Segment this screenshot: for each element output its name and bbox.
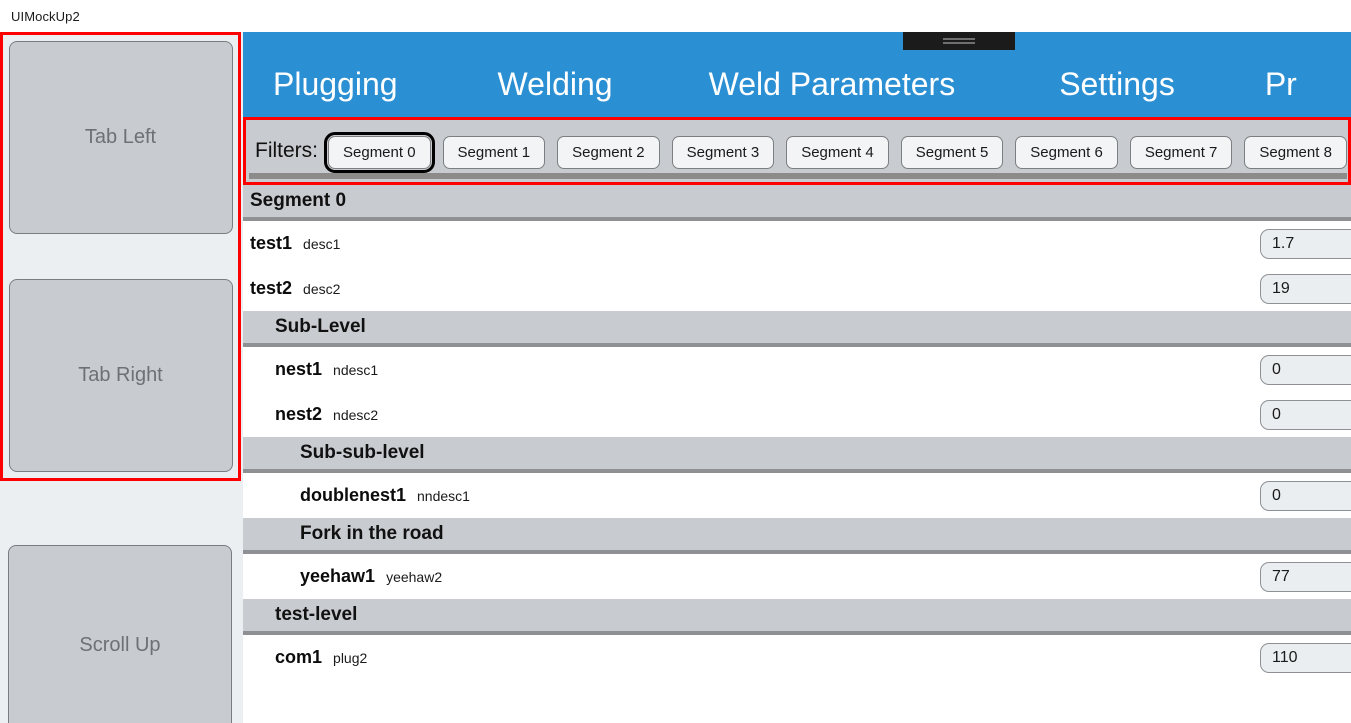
sidebar: Tab Left Tab Right Scroll Up — [0, 32, 243, 723]
segment-filter-8[interactable]: Segment 8 — [1244, 135, 1347, 169]
parameter-value-input[interactable]: 19 — [1260, 273, 1351, 304]
parameter-row: com1 plug2 110 — [243, 635, 1351, 680]
parameter-value-input[interactable]: 1.7 — [1260, 228, 1351, 259]
parameter-row: doublenest1 nndesc1 0 — [243, 473, 1351, 518]
segment-filter-5[interactable]: Segment 5 — [900, 135, 1004, 169]
tab-right-button[interactable]: Tab Right — [8, 279, 233, 472]
tab-nav-highlight-group: Tab Left Tab Right — [0, 32, 241, 481]
parameter-description: plug2 — [333, 649, 368, 666]
tab-left-button[interactable]: Tab Left — [8, 41, 233, 234]
parameter-description: yeehaw2 — [386, 568, 443, 585]
parameter-description: ndesc1 — [333, 361, 379, 378]
parameter-value-input[interactable]: 110 — [1260, 642, 1351, 673]
filters-bar: Filters: Segment 0 Segment 1 Segment 2 S… — [243, 117, 1351, 185]
parameter-name: yeehaw1 — [300, 566, 376, 586]
parameter-row: test2 desc2 19 — [243, 266, 1351, 311]
nav-item-weld-parameters[interactable]: Weld Parameters — [709, 68, 988, 100]
scroll-up-button[interactable]: Scroll Up — [8, 545, 232, 723]
parameter-row: nest2 ndesc2 0 — [243, 392, 1351, 437]
parameter-name: nest2 — [275, 404, 323, 424]
parameter-row: test1 desc1 1.7 — [243, 221, 1351, 266]
parameter-description: nndesc1 — [417, 487, 470, 504]
segment-filter-1[interactable]: Segment 1 — [442, 135, 546, 169]
parameter-value-input[interactable]: 0 — [1260, 480, 1351, 511]
segment-filter-6[interactable]: Segment 6 — [1015, 135, 1118, 169]
parameter-name: com1 — [275, 647, 323, 667]
filters-label: Filters: — [255, 139, 318, 162]
handle-line — [943, 42, 975, 44]
handle-line — [943, 38, 975, 40]
segment-filter-2[interactable]: Segment 2 — [557, 135, 660, 169]
parameter-description: desc1 — [303, 235, 341, 252]
parameter-value-input[interactable]: 77 — [1260, 561, 1351, 592]
group-header-label: Segment 0 — [250, 190, 347, 211]
parameter-name: test1 — [250, 233, 293, 253]
filters-horizontal-scrollbar[interactable] — [249, 173, 1347, 179]
parameter-value-input[interactable]: 0 — [1260, 399, 1351, 430]
group-header[interactable]: Fork in the road — [243, 518, 1351, 554]
parameter-list: Segment 0 test1 desc1 1.7 test2 desc2 19 Sub-Le… — [243, 185, 1351, 723]
segment-filter-7[interactable]: Segment 7 — [1129, 135, 1233, 169]
parameter-description: ndesc2 — [333, 406, 379, 423]
group-header-label: Sub-Level — [275, 316, 366, 337]
nav-item-welding[interactable]: Welding — [498, 68, 645, 100]
parameter-name: nest1 — [275, 359, 323, 379]
title-bar: UIMockUp2 — [0, 0, 1351, 32]
group-header[interactable]: Segment 0 — [243, 185, 1351, 221]
parameter-row: yeehaw1 yeehaw2 77 — [243, 554, 1351, 599]
app-window: UIMockUp2 Tab Left Tab Right Scroll Up P… — [0, 0, 1351, 723]
nav-items: Plugging Welding Weld Parameters Setting… — [243, 32, 1351, 117]
segment-filter-4[interactable]: Segment 4 — [786, 135, 889, 169]
parameter-value-input[interactable]: 0 — [1260, 354, 1351, 385]
nav-item-settings[interactable]: Settings — [1059, 68, 1207, 100]
group-header[interactable]: test-level — [243, 599, 1351, 635]
nav-item-plugging[interactable]: Plugging — [273, 68, 430, 100]
scrollbar-thumb[interactable] — [249, 173, 1347, 179]
window-title: UIMockUp2 — [11, 8, 80, 24]
group-header-label: test-level — [275, 604, 358, 625]
drag-handle-icon[interactable] — [903, 32, 1015, 50]
parameter-description: desc2 — [303, 280, 341, 297]
parameter-name: doublenest1 — [300, 485, 407, 505]
top-navigation-bar: Plugging Welding Weld Parameters Setting… — [243, 32, 1351, 117]
group-header-label: Fork in the road — [300, 523, 444, 544]
main-panel: Plugging Welding Weld Parameters Setting… — [243, 32, 1351, 723]
group-header[interactable]: Sub-Level — [243, 311, 1351, 347]
group-header-label: Sub-sub-level — [300, 442, 425, 463]
parameter-name: test2 — [250, 278, 293, 298]
segment-filter-0[interactable]: Segment 0 — [324, 131, 435, 173]
parameter-row: nest1 ndesc1 0 — [243, 347, 1351, 392]
nav-item-pr[interactable]: Pr — [1265, 68, 1329, 100]
group-header[interactable]: Sub-sub-level — [243, 437, 1351, 473]
segment-filter-3[interactable]: Segment 3 — [671, 135, 775, 169]
